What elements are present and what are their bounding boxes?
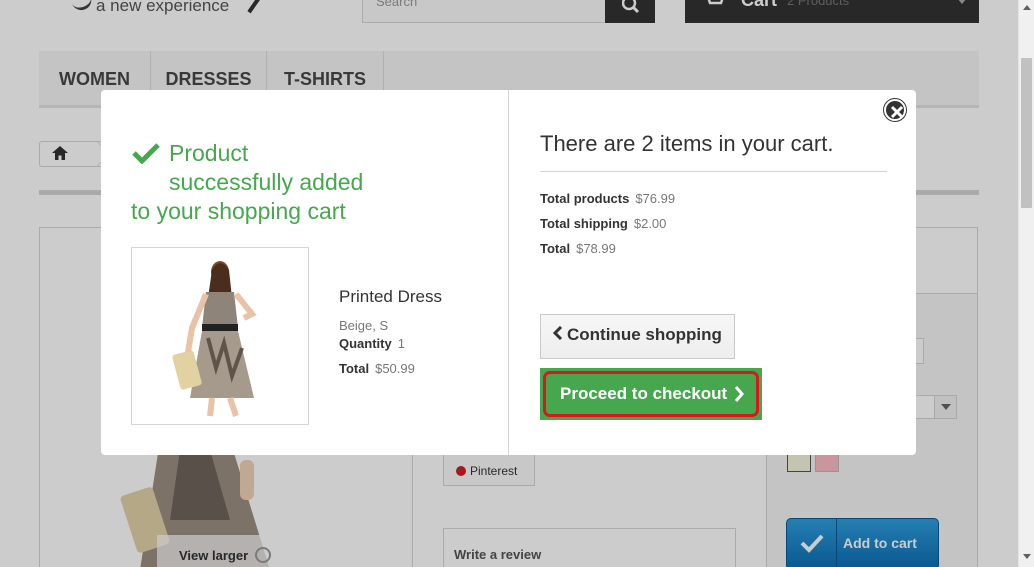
continue-shopping-button[interactable]: Continue shopping <box>540 314 735 359</box>
modal-product-section: Product successfully added to your shopp… <box>101 90 508 455</box>
proceed-to-checkout-button[interactable]: Proceed to checkout <box>543 371 759 417</box>
cart-total-value: $78.99 <box>576 241 616 256</box>
product-total-value: $50.99 <box>375 361 415 376</box>
total-products-label: Total products <box>540 191 630 206</box>
cart-modal: Product successfully added to your shopp… <box>101 90 916 455</box>
product-total-label: Total <box>339 361 370 376</box>
modal-cart-section: There are 2 items in your cart. Total pr… <box>508 90 916 455</box>
product-total: Total $50.99 <box>339 361 415 376</box>
divider <box>540 171 887 172</box>
product-thumbnail <box>131 247 309 425</box>
total-shipping-label: Total shipping <box>540 216 628 231</box>
scroll-thumb[interactable] <box>1021 58 1032 208</box>
success-line-1: Product <box>169 140 249 166</box>
close-button[interactable] <box>884 99 906 121</box>
proceed-to-checkout-label: Proceed to checkout <box>560 384 728 403</box>
product-name: Printed Dress <box>339 287 442 306</box>
product-attributes: Beige, S <box>339 318 389 333</box>
close-icon <box>890 105 904 119</box>
cart-summary-heading: There are 2 items in your cart. <box>540 131 834 156</box>
scroll-down-icon[interactable] <box>1023 554 1031 559</box>
total-shipping-row: Total shipping $2.00 <box>540 216 666 231</box>
total-products-row: Total products $76.99 <box>540 191 675 206</box>
success-line-2: successfully added <box>169 169 364 195</box>
total-products-value: $76.99 <box>635 191 676 206</box>
total-shipping-value: $2.00 <box>633 216 667 231</box>
success-line-3: to your shopping cart <box>131 198 346 224</box>
quantity-value: 1 <box>397 336 405 351</box>
chevron-left-icon <box>553 326 563 340</box>
chevron-right-icon <box>734 386 744 402</box>
dress-image <box>172 261 257 417</box>
product-quantity: Quantity 1 <box>339 336 405 351</box>
checkout-button-frame: Proceed to checkout <box>540 368 762 420</box>
continue-shopping-label: Continue shopping <box>567 325 722 344</box>
scroll-up-icon[interactable] <box>1023 5 1031 10</box>
success-message: Product successfully added to your shopp… <box>131 139 391 226</box>
cart-total-row: Total $78.99 <box>540 241 616 256</box>
page-scrollbar[interactable] <box>1018 0 1034 567</box>
quantity-label: Quantity <box>339 336 392 351</box>
cart-total-label: Total <box>540 241 571 256</box>
